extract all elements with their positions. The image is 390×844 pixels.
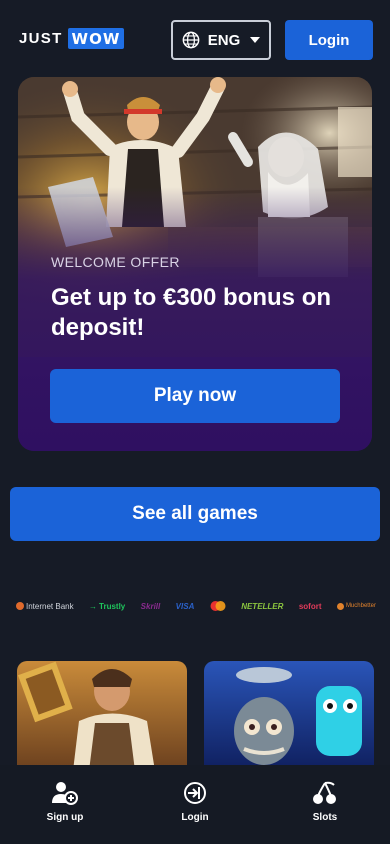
logo-text-just: JUST	[19, 30, 63, 47]
nav-slots-label: Slots	[312, 812, 338, 823]
payment-label: Trustly	[99, 601, 126, 611]
language-label: ENG	[207, 31, 241, 49]
globe-icon	[182, 31, 200, 49]
internet-bank-icon	[16, 602, 24, 610]
login-icon	[184, 782, 206, 804]
login-button[interactable]: Login	[285, 20, 373, 60]
chevron-down-icon	[250, 37, 261, 43]
logo-text-wow: WOW	[67, 28, 125, 49]
welcome-offer-banner[interactable]: WELCOME OFFER Get up to €300 bonus on de…	[18, 77, 372, 451]
cherries-icon	[313, 781, 336, 804]
game-tile-art	[17, 661, 187, 771]
payment-skrill: Skrill	[141, 602, 161, 611]
language-selector[interactable]: ENG	[171, 20, 271, 60]
game-tile-art	[204, 661, 374, 771]
payment-methods-strip: Internet Bank → Trustly Skrill VISA NETE…	[16, 599, 376, 613]
mastercard-icon	[210, 601, 226, 611]
payment-label: Internet Bank	[26, 601, 74, 611]
top-header: JUST WOW ENG Login	[0, 0, 390, 80]
payment-internet-bank: Internet Bank	[16, 602, 74, 611]
payment-label: VISA	[175, 601, 195, 611]
game-tile-book-of-dead[interactable]	[17, 661, 187, 771]
play-now-button[interactable]: Play now	[50, 369, 340, 423]
nav-slots[interactable]: Slots	[275, 765, 375, 823]
nav-signup-label: Sign up	[46, 812, 84, 823]
nav-signup[interactable]: Sign up	[15, 765, 115, 823]
payment-sofort: sofort	[299, 602, 322, 611]
payment-muchbetter: Muchbetter	[336, 602, 376, 610]
payment-label: NETELLER	[241, 601, 284, 611]
payment-label: Skrill	[140, 601, 161, 611]
hero-eyebrow: WELCOME OFFER	[51, 254, 180, 270]
payment-mastercard	[210, 601, 226, 611]
payment-label: sofort	[298, 601, 322, 611]
nav-login[interactable]: Login	[145, 765, 245, 823]
payment-label: Muchbetter	[345, 603, 376, 609]
trustly-icon: →	[89, 601, 98, 611]
muchbetter-icon	[336, 602, 344, 610]
payment-neteller: NETELLER	[241, 602, 283, 611]
payment-trustly: → Trustly	[89, 602, 125, 611]
bottom-navigation: Sign up Login Slots	[0, 765, 390, 844]
justwow-logo[interactable]: JUST WOW	[19, 28, 125, 49]
nav-login-label: Login	[181, 812, 209, 823]
user-plus-icon	[52, 782, 78, 805]
hero-title: Get up to €300 bonus on deposit!	[51, 284, 332, 341]
game-tile-reactoonz[interactable]	[204, 661, 374, 771]
payment-visa: VISA	[176, 602, 195, 611]
see-all-games-button[interactable]: See all games	[10, 487, 380, 541]
